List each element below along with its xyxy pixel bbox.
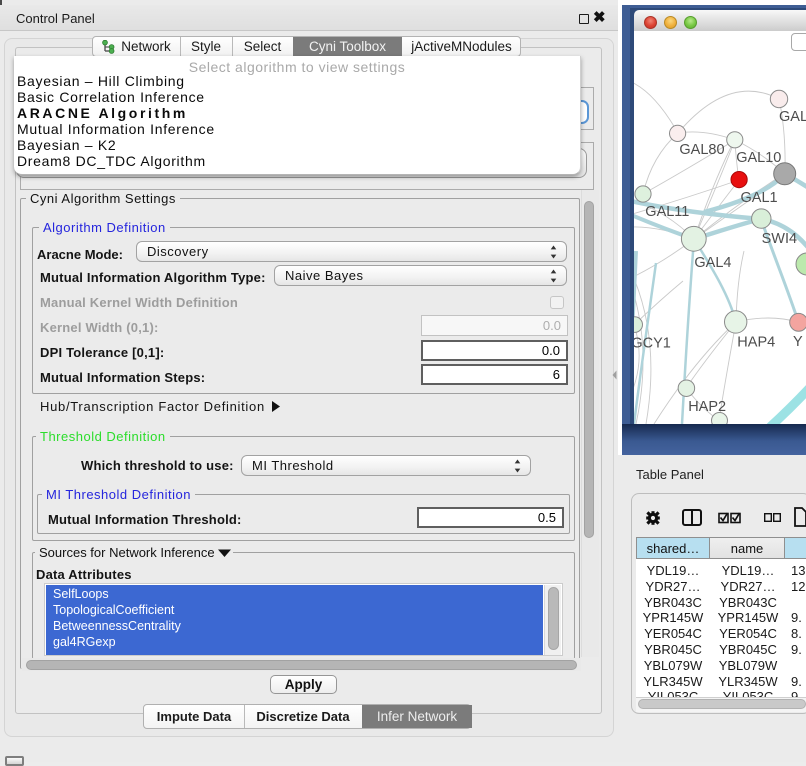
- svg-text:GAL1: GAL1: [741, 190, 778, 206]
- svg-text:SWI4: SWI4: [762, 231, 797, 247]
- svg-text:GAL80: GAL80: [679, 142, 724, 158]
- svg-text:GCY1: GCY1: [634, 336, 671, 352]
- svg-text:GAL10: GAL10: [736, 150, 781, 166]
- svg-text:GAL4: GAL4: [694, 255, 731, 271]
- svg-text:HAP4: HAP4: [737, 335, 775, 351]
- svg-text:GAL7: GAL7: [779, 109, 806, 125]
- svg-text:GAL11: GAL11: [645, 204, 689, 220]
- svg-text:Y: Y: [793, 334, 803, 350]
- svg-text:HAP2: HAP2: [688, 399, 726, 415]
